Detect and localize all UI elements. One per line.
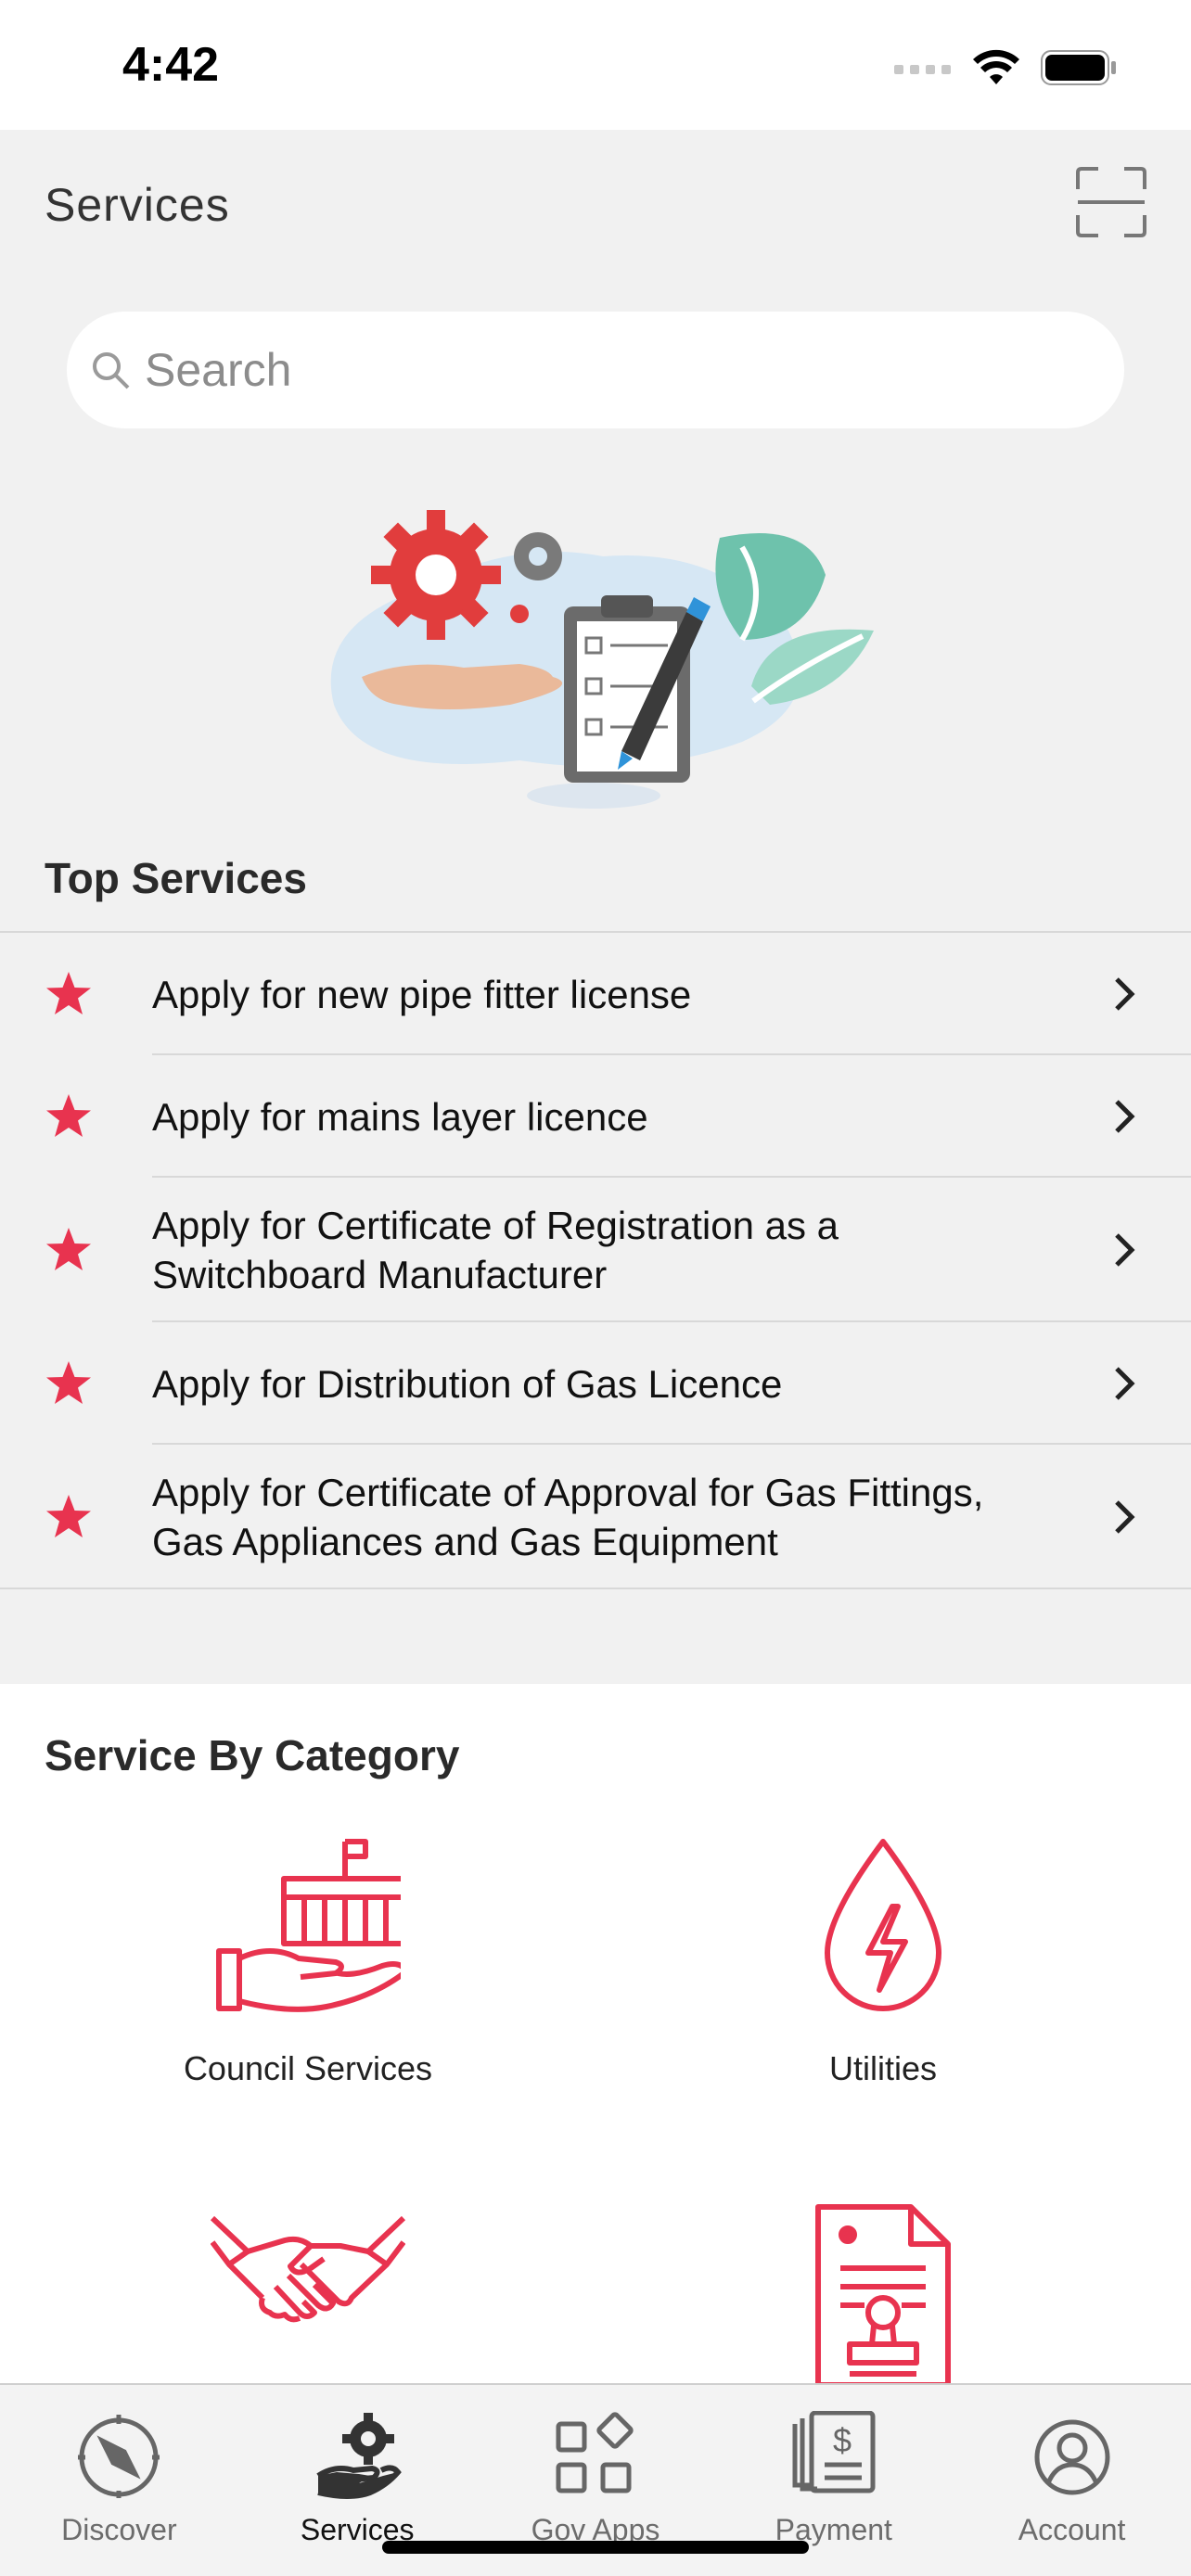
bill-payment-icon: $ bbox=[792, 2411, 876, 2493]
scan-frame-icon bbox=[1076, 167, 1146, 237]
service-row[interactable]: Apply for mains layer licence bbox=[0, 1055, 1191, 1178]
wifi-icon bbox=[973, 49, 1019, 84]
category-council-services[interactable]: Council Services bbox=[67, 1832, 549, 2088]
scan-button[interactable] bbox=[1076, 167, 1146, 237]
service-label: Apply for Certificate of Approval for Ga… bbox=[152, 1471, 984, 1563]
category-title: Service By Category bbox=[45, 1731, 460, 1779]
apps-grid-icon bbox=[556, 2412, 634, 2493]
divider bbox=[0, 1588, 1191, 1589]
status-bar: 4:42 bbox=[0, 0, 1191, 130]
service-row[interactable]: Apply for new pipe fitter license bbox=[0, 933, 1191, 1055]
account-person-icon bbox=[1034, 2419, 1110, 2495]
battery-icon bbox=[1041, 50, 1116, 85]
category-licences-permits[interactable] bbox=[642, 2203, 1124, 2389]
chevron-right-icon bbox=[1115, 1100, 1135, 1133]
search-icon bbox=[93, 352, 130, 389]
star-icon bbox=[46, 1495, 91, 1537]
tab-label: Discover bbox=[61, 2513, 177, 2546]
utilities-drop-lightning-icon bbox=[825, 1839, 941, 2011]
star-icon bbox=[46, 1228, 91, 1270]
status-time: 4:42 bbox=[122, 38, 220, 92]
star-icon bbox=[46, 972, 91, 1014]
service-label: Apply for Distribution of Gas Licence bbox=[152, 1361, 783, 1406]
services-illustration bbox=[330, 510, 874, 809]
service-row[interactable]: Apply for Distribution of Gas Licence bbox=[0, 1322, 1191, 1445]
top-services-title: Top Services bbox=[45, 854, 307, 902]
document-stamp-icon bbox=[815, 2204, 951, 2388]
gear-hand-icon bbox=[316, 2413, 403, 2499]
tab-account[interactable]: Account bbox=[953, 2385, 1191, 2576]
service-label: Apply for new pipe fitter license bbox=[152, 972, 692, 1016]
category-section: Service By Category Council Services Uti… bbox=[0, 1684, 1191, 2389]
svg-text:$: $ bbox=[833, 2421, 852, 2459]
handshake-icon bbox=[211, 2215, 405, 2323]
star-icon bbox=[46, 1361, 91, 1404]
service-row[interactable]: Apply for Certificate of Approval for Ga… bbox=[0, 1445, 1191, 1589]
service-row[interactable]: Apply for Certificate of Registration as… bbox=[0, 1178, 1191, 1322]
chevron-right-icon bbox=[1115, 977, 1135, 1011]
service-label: Apply for mains layer licence bbox=[152, 1094, 648, 1139]
search-bar[interactable] bbox=[67, 312, 1124, 428]
council-building-hand-icon bbox=[216, 1839, 401, 2012]
status-icons bbox=[894, 45, 1117, 91]
chevron-right-icon bbox=[1115, 1500, 1135, 1534]
top-services-list: Apply for new pipe fitter license Apply … bbox=[0, 931, 1191, 1589]
service-label: Apply for Certificate of Registration as… bbox=[152, 1204, 839, 1296]
star-icon bbox=[46, 1094, 91, 1137]
category-utilities[interactable]: Utilities bbox=[642, 1832, 1124, 2088]
cellular-signal-icon bbox=[894, 65, 951, 74]
home-indicator bbox=[382, 2541, 809, 2554]
page-title: Services bbox=[45, 179, 230, 231]
category-partnerships[interactable] bbox=[67, 2209, 549, 2357]
header: Services bbox=[0, 130, 1191, 287]
tab-label: Account bbox=[1018, 2513, 1126, 2546]
category-label: Utilities bbox=[828, 2049, 937, 2087]
category-label: Council Services bbox=[183, 2049, 433, 2087]
tab-discover[interactable]: Discover bbox=[0, 2385, 238, 2576]
search-input[interactable] bbox=[145, 343, 1072, 397]
chevron-right-icon bbox=[1115, 1233, 1135, 1267]
compass-icon bbox=[78, 2415, 160, 2498]
chevron-right-icon bbox=[1115, 1367, 1135, 1400]
